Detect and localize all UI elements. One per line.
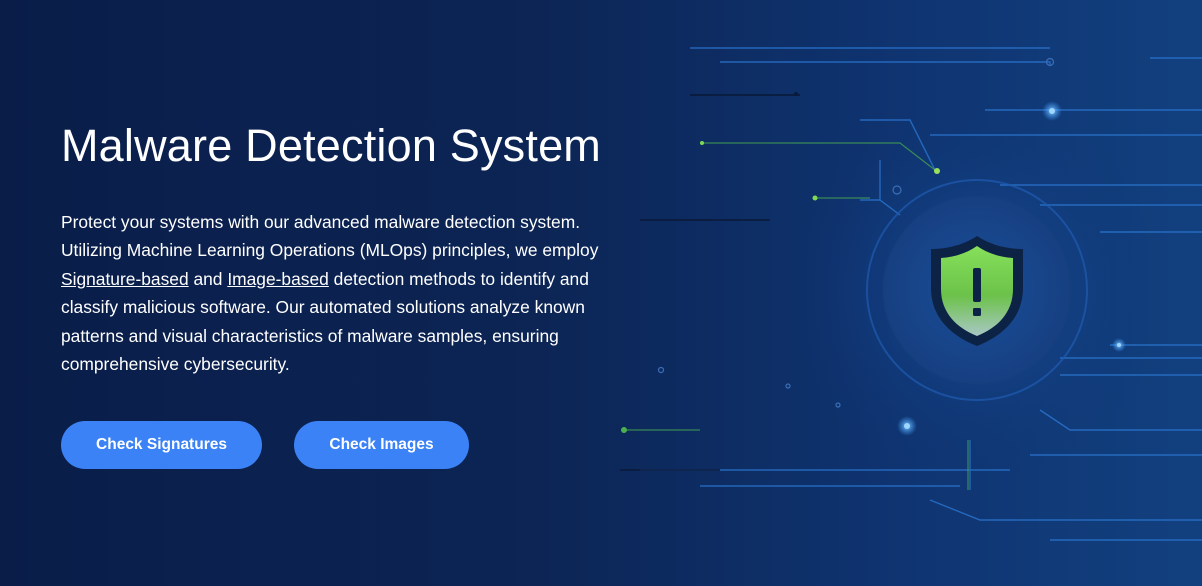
hero-section: Malware Detection System Protect your sy… [0,0,1202,586]
check-signatures-button[interactable]: Check Signatures [61,421,262,469]
page-title: Malware Detection System [61,120,601,171]
image-based-link[interactable]: Image-based [227,269,329,289]
signature-based-link[interactable]: Signature-based [61,269,189,289]
shield-warning-icon [931,236,1023,346]
hero-description: Protect your systems with our advanced m… [61,212,599,375]
check-images-button[interactable]: Check Images [294,421,469,469]
hero-content: Malware Detection System Protect your sy… [61,118,641,469]
